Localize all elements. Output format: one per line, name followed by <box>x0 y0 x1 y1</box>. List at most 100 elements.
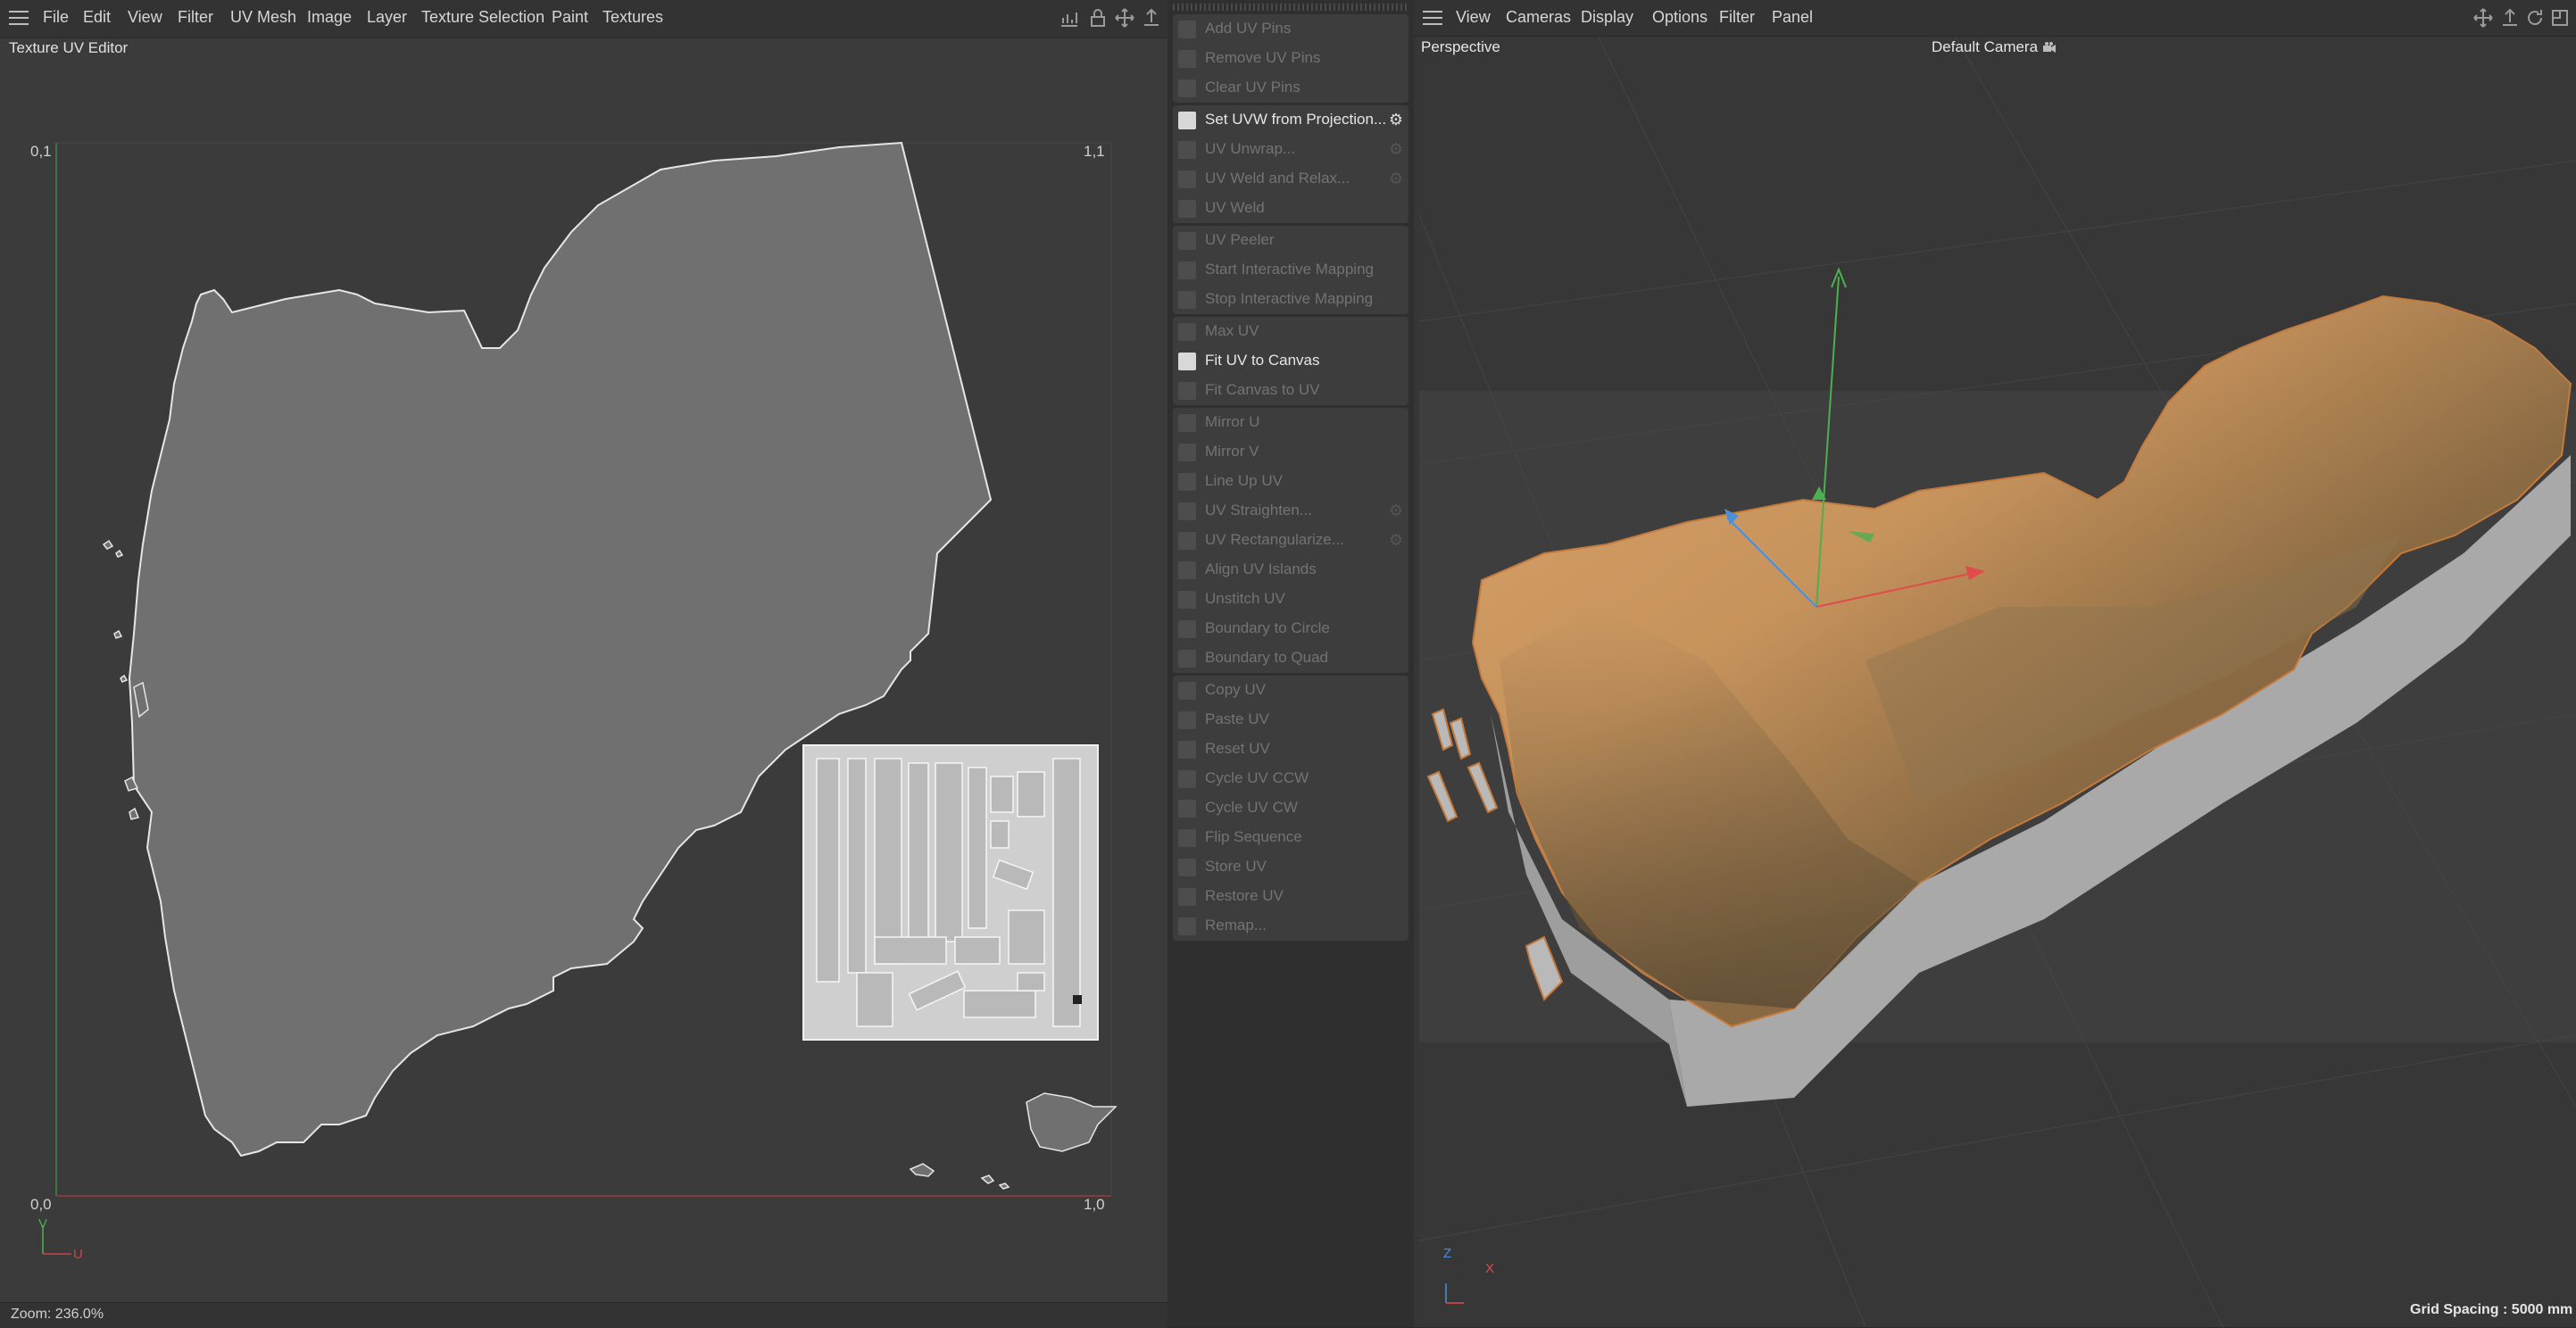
command-boundary-to-quad[interactable]: Boundary to Quad <box>1173 643 1408 673</box>
add-uv-pins-icon <box>1178 21 1196 38</box>
command-set-uvw-from-projection[interactable]: Set UVW from Projection... ⚙ <box>1173 105 1408 135</box>
x-axis-label: X <box>1485 1261 1495 1276</box>
command-line-up-uv[interactable]: Line Up UV <box>1173 467 1408 496</box>
gear-icon[interactable]: ⚙ <box>1387 111 1405 129</box>
command-clear-uv-pins[interactable]: Clear UV Pins <box>1173 73 1408 103</box>
panel-grip[interactable] <box>1173 4 1408 11</box>
menu-texture-selection[interactable]: Texture Selection <box>421 8 544 27</box>
command-paste-uv[interactable]: Paste UV <box>1173 705 1408 735</box>
command-cycle-uv-cw[interactable]: Cycle UV CW <box>1173 793 1408 823</box>
copy-uv-icon <box>1178 682 1196 700</box>
command-label: Clear UV Pins <box>1205 79 1300 95</box>
menu-textures[interactable]: Textures <box>602 8 663 27</box>
pan-icon[interactable] <box>2499 7 2521 29</box>
menu-layer[interactable]: Layer <box>367 8 407 27</box>
menu-view[interactable]: View <box>128 8 162 27</box>
gear-icon[interactable]: ⚙ <box>1387 170 1405 187</box>
command-start-interactive-mapping[interactable]: Start Interactive Mapping <box>1173 255 1408 285</box>
boundary-to-quad-icon <box>1178 650 1196 668</box>
command-unstitch-uv[interactable]: Unstitch UV <box>1173 585 1408 614</box>
command-label: Max UV <box>1205 322 1259 339</box>
command-remove-uv-pins[interactable]: Remove UV Pins <box>1173 44 1408 73</box>
menu-filter[interactable]: Filter <box>178 8 213 27</box>
uv-editor-menu-icon[interactable] <box>9 11 29 27</box>
vp-menu-cameras[interactable]: Cameras <box>1506 8 1571 27</box>
menu-image[interactable]: Image <box>307 8 352 27</box>
command-uv-unwrap[interactable]: UV Unwrap... ⚙ <box>1173 135 1408 164</box>
maximize-icon[interactable] <box>2549 7 2571 29</box>
command-max-uv[interactable]: Max UV <box>1173 317 1408 346</box>
command-uv-weld[interactable]: UV Weld <box>1173 194 1408 223</box>
remap-icon <box>1178 917 1196 935</box>
vp-menu-panel[interactable]: Panel <box>1772 8 1813 27</box>
vp-menu-view[interactable]: View <box>1456 8 1491 27</box>
vp-menu-options[interactable]: Options <box>1652 8 1708 27</box>
command-stop-interactive-mapping[interactable]: Stop Interactive Mapping <box>1173 285 1408 314</box>
move-icon[interactable] <box>1114 7 1135 29</box>
uv-command-group: Max UV Fit UV to Canvas Fit Canvas to UV <box>1173 317 1408 405</box>
command-uv-peeler[interactable]: UV Peeler <box>1173 226 1408 255</box>
command-label: Unstitch UV <box>1205 590 1285 607</box>
vp-menu-filter[interactable]: Filter <box>1719 8 1755 27</box>
command-label: Cycle UV CW <box>1205 799 1298 816</box>
command-fit-canvas-to-uv[interactable]: Fit Canvas to UV <box>1173 376 1408 405</box>
lock-icon[interactable] <box>1087 7 1109 29</box>
command-fit-uv-to-canvas[interactable]: Fit UV to Canvas <box>1173 346 1408 376</box>
cycle-uv-cw-icon <box>1178 800 1196 818</box>
align-uv-islands-icon <box>1178 561 1196 579</box>
menu-file[interactable]: File <box>43 8 69 27</box>
command-label: UV Weld and Relax... <box>1205 170 1350 187</box>
vp-menu-display[interactable]: Display <box>1581 8 1633 27</box>
command-label: Cycle UV CCW <box>1205 769 1309 786</box>
gear-icon[interactable]: ⚙ <box>1387 502 1405 519</box>
command-label: Paste UV <box>1205 710 1269 727</box>
command-remap[interactable]: Remap... <box>1173 911 1408 941</box>
command-store-uv[interactable]: Store UV <box>1173 852 1408 882</box>
fit-canvas-to-uv-icon <box>1178 382 1196 400</box>
command-label: Fit UV to Canvas <box>1205 352 1320 369</box>
uv-weld-and-relax-icon <box>1178 170 1196 188</box>
uv-editor-menubar: File Edit View Filter UV Mesh Image Laye… <box>0 0 1168 38</box>
viewport-camera-label[interactable]: Default Camera <box>1932 38 2038 56</box>
command-label: Start Interactive Mapping <box>1205 261 1374 278</box>
menu-paint[interactable]: Paint <box>552 8 588 27</box>
store-uv-icon <box>1178 859 1196 876</box>
command-uv-rectangularize[interactable]: UV Rectangularize... ⚙ <box>1173 526 1408 555</box>
clear-uv-pins-icon <box>1178 79 1196 97</box>
z-axis-label: Z <box>1443 1246 1452 1261</box>
command-align-uv-islands[interactable]: Align UV Islands <box>1173 555 1408 585</box>
command-label: Line Up UV <box>1205 472 1283 489</box>
grid-spacing-label: Grid Spacing : 5000 mm <box>2410 1302 2573 1317</box>
command-reset-uv[interactable]: Reset UV <box>1173 735 1408 764</box>
command-mirror-v[interactable]: Mirror V <box>1173 437 1408 467</box>
chart-icon[interactable] <box>1059 7 1080 29</box>
uv-command-group: Set UVW from Projection... ⚙ UV Unwrap... ⚙… <box>1173 105 1408 223</box>
command-mirror-u[interactable]: Mirror U <box>1173 408 1408 437</box>
gear-icon[interactable]: ⚙ <box>1387 531 1405 549</box>
menu-edit[interactable]: Edit <box>83 8 111 27</box>
gear-icon[interactable]: ⚙ <box>1387 140 1405 158</box>
command-flip-sequence[interactable]: Flip Sequence <box>1173 823 1408 852</box>
command-uv-weld-and-relax[interactable]: UV Weld and Relax... ⚙ <box>1173 164 1408 194</box>
viewport-menu-icon[interactable] <box>1423 11 1442 27</box>
command-uv-straighten[interactable]: UV Straighten... ⚙ <box>1173 496 1408 526</box>
3d-viewport[interactable] <box>1419 36 2576 1327</box>
u-axis-label: U <box>73 1247 83 1262</box>
command-restore-uv[interactable]: Restore UV <box>1173 882 1408 911</box>
command-label: Fit Canvas to UV <box>1205 381 1320 398</box>
command-copy-uv[interactable]: Copy UV <box>1173 676 1408 705</box>
line-up-uv-icon <box>1178 473 1196 491</box>
command-add-uv-pins[interactable]: Add UV Pins <box>1173 14 1408 44</box>
viewport-projection-label: Perspective <box>1421 38 1500 55</box>
pan-icon[interactable] <box>1141 7 1162 29</box>
command-cycle-uv-ccw[interactable]: Cycle UV CCW <box>1173 764 1408 793</box>
command-boundary-to-circle[interactable]: Boundary to Circle <box>1173 614 1408 643</box>
fit-uv-to-canvas-icon <box>1178 353 1196 370</box>
uv-corner-bottom-left: 0,0 <box>30 1196 52 1213</box>
move-icon[interactable] <box>2472 7 2494 29</box>
menu-uv-mesh[interactable]: UV Mesh <box>230 8 296 27</box>
uv-canvas[interactable] <box>18 134 1143 1205</box>
uv-packed-islands[interactable] <box>802 744 1099 1041</box>
rotate-icon[interactable] <box>2524 7 2546 29</box>
camera-icon[interactable] <box>2042 41 2057 54</box>
